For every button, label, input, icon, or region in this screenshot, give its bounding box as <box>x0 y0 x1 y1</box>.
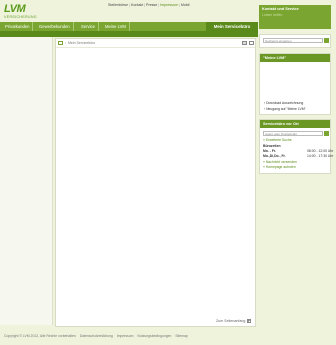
contact-service-title[interactable]: Kontakt und Service <box>259 5 331 13</box>
hours-days-1: Mo. - Fr. <box>263 149 276 153</box>
hours-time-1: 08:00 - 12:00 Uhr <box>307 149 334 153</box>
hours-time-2: 14:00 - 17:30 Uhr <box>307 154 334 158</box>
meine-lvm-link-download[interactable]: › Download Auszeichnung <box>264 101 303 105</box>
mail-icon[interactable] <box>249 41 254 45</box>
topnav-kontakt[interactable]: Kontakt <box>131 3 143 7</box>
top-navigation: Stellenbörse|Kontakt|Presse|Impressum|Mo… <box>108 3 190 7</box>
search-box: Suchwort eingeben <box>259 34 331 48</box>
meine-lvm-link-register[interactable]: › Neugang auf "Meine LVM" <box>264 107 306 111</box>
topnav-impressum[interactable]: Impressum <box>160 3 178 7</box>
right-sidebar: Kontakt und Service Lotsen helfen Suchwo… <box>259 5 334 325</box>
search-go-button[interactable] <box>324 38 329 43</box>
logo-mark: LVM <box>4 3 26 15</box>
homepage-link[interactable]: » Homepage aufrufen <box>263 165 296 169</box>
footer-impressum[interactable]: Impressum <box>117 334 134 338</box>
breadcrumb-arrow-icon: › <box>65 41 67 45</box>
main-navigation: Privatkunden Gewerbekunden Service Meine… <box>0 22 258 31</box>
meine-lvm-box: "Meine LVM" › Download Auszeichnung › Ne… <box>259 53 331 115</box>
office-box: Servicebüro vor Ort Agent oder Postleitz… <box>259 119 334 174</box>
send-message-link[interactable]: » Nachricht versenden <box>263 160 297 164</box>
logo-subtitle: VERSICHERUNG <box>4 15 37 19</box>
footer-nutzungsbedingungen[interactable]: Nutzungsbedingungen <box>137 334 171 338</box>
print-icon[interactable] <box>242 41 247 45</box>
contact-service-box: Kontakt und Service Lotsen helfen <box>259 5 331 29</box>
office-search-button[interactable] <box>324 131 329 136</box>
nav-meine-lvm[interactable]: Meine LVM <box>102 22 130 31</box>
footer-sitemap[interactable]: Sitemap <box>175 334 187 338</box>
home-icon[interactable] <box>58 41 63 45</box>
to-top-link[interactable]: Zum Seitenanfang ▲ <box>216 319 252 324</box>
arrow-up-icon: ▲ <box>247 319 252 324</box>
hours-days-2: Mo.,Di,Do., Fr. <box>263 154 286 158</box>
nav-gewerbekunden[interactable]: Gewerbekunden <box>36 22 74 31</box>
lvm-logo[interactable]: LVM VERSICHERUNG <box>4 4 42 21</box>
nav-privatkunden[interactable]: Privatkunden <box>2 22 34 31</box>
extended-search-link[interactable]: » Erweiterte Suche <box>263 138 292 142</box>
contact-service-sub: Lotsen helfen <box>262 13 283 17</box>
left-sidebar <box>0 37 53 325</box>
topnav-mobil[interactable]: Mobil <box>181 3 190 7</box>
office-title: Servicebüro vor Ort <box>260 120 330 128</box>
topnav-presse[interactable]: Presse <box>146 3 157 7</box>
footer-copyright: Copyright © LVM 2012, Alle Rechte vorbeh… <box>4 334 76 338</box>
topnav-stellenboerse[interactable]: Stellenbörse <box>108 3 128 7</box>
footer-datenschutz[interactable]: Datenschutzerklärung <box>80 334 113 338</box>
meine-lvm-title: "Meine LVM" <box>260 54 330 62</box>
hours-title: Bürozeiten <box>263 144 281 148</box>
nav-mein-servicebuero[interactable]: Mein Servicebüro <box>206 22 258 31</box>
to-top-label: Zum Seitenanfang <box>216 319 246 323</box>
office-search-input[interactable]: Agent oder Postleitzahl <box>263 131 323 136</box>
footer: Copyright © LVM 2012, Alle Rechte vorbeh… <box>0 330 336 345</box>
main-content: › Mein Servicebüro Zum Seitenanfang ▲ <box>55 38 256 327</box>
search-input[interactable]: Suchwort eingeben <box>263 38 323 43</box>
nav-service[interactable]: Service <box>78 22 99 31</box>
breadcrumb-current: Mein Servicebüro <box>68 41 96 45</box>
breadcrumb: › Mein Servicebüro <box>56 39 255 48</box>
